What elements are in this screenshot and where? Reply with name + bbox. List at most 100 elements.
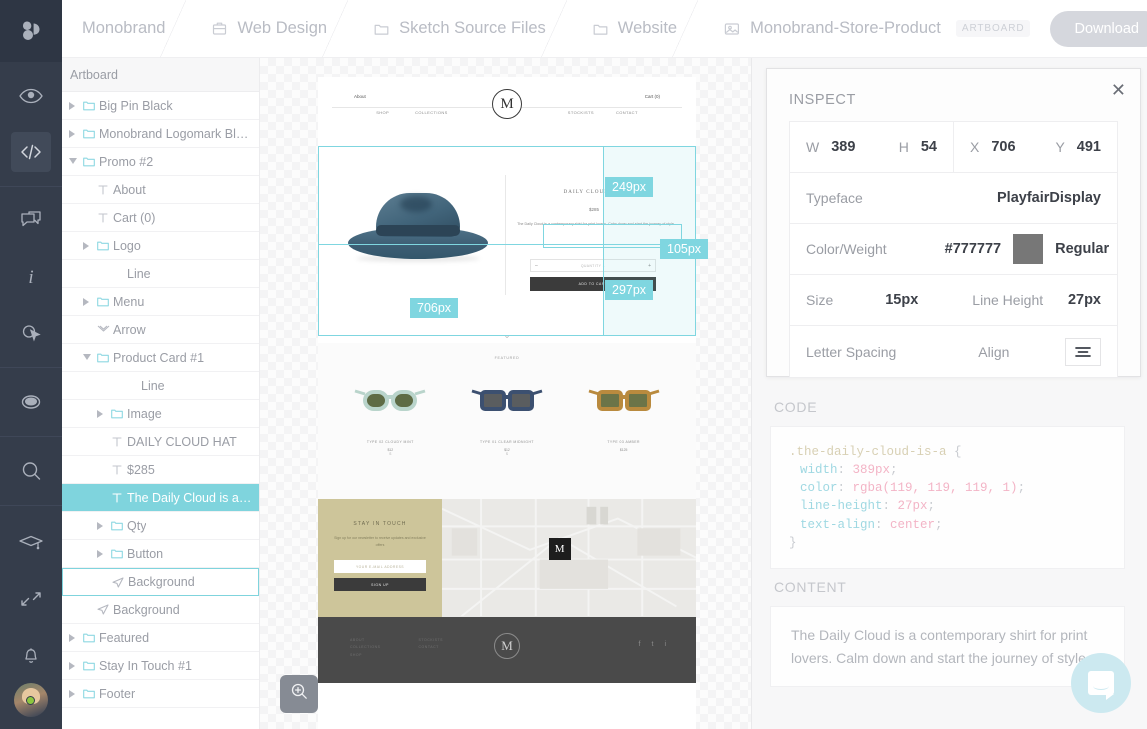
text-icon — [93, 184, 113, 195]
layer-row[interactable]: Big Pin Black — [62, 92, 259, 120]
breadcrumb-label: Monobrand-Store-Product — [750, 19, 941, 37]
layer-label: Footer — [99, 686, 136, 701]
layer-row[interactable]: Featured — [62, 624, 259, 652]
sidebar-item-info[interactable]: i — [0, 249, 62, 305]
folder-icon — [79, 660, 99, 671]
sidebar-item-code[interactable] — [0, 124, 62, 180]
code-close-brace: } — [789, 535, 797, 550]
breadcrumb-artboard[interactable]: Monobrand-Store-Product ARTBOARD — [697, 0, 1050, 58]
twisty-right-icon[interactable] — [94, 521, 107, 530]
sidebar-item-notifications[interactable] — [0, 627, 62, 683]
footer-link: ABOUT — [350, 638, 365, 642]
layer-row[interactable]: Promo #2 — [62, 148, 259, 176]
breadcrumb-sketch-source-files[interactable]: Sketch Source Files — [347, 0, 567, 58]
x-label: X — [970, 139, 980, 155]
breadcrumb-website[interactable]: Website — [566, 0, 699, 58]
eye-icon — [16, 81, 46, 111]
twisty-down-icon[interactable] — [66, 158, 79, 165]
footer-link: COLLECTIONS — [350, 645, 381, 650]
sidebar-item-assets[interactable] — [0, 374, 62, 430]
featured-item-image — [338, 378, 442, 424]
download-button[interactable]: Download — [1050, 10, 1147, 47]
layer-row[interactable]: Image — [62, 400, 259, 428]
filled-circle-icon — [16, 387, 46, 417]
layer-row[interactable]: Line — [62, 260, 259, 288]
canvas-area[interactable]: About Cart (0) M SHOP COLLECTIONS STOCKI… — [260, 58, 751, 729]
zoom-in-button[interactable] — [280, 675, 318, 713]
layer-row[interactable]: About — [62, 176, 259, 204]
letter-spacing-label: Letter Spacing — [806, 343, 897, 360]
layer-row[interactable]: DAILY CLOUD HAT — [62, 428, 259, 456]
layer-row[interactable]: Monobrand Logomark Black — [62, 120, 259, 148]
app-logo[interactable] — [0, 0, 62, 62]
layer-row[interactable]: Button — [62, 540, 259, 568]
sidebar-item-search[interactable] — [0, 443, 62, 499]
nav-item: STOCKISTS — [567, 110, 594, 115]
code-block[interactable]: .the-daily-cloud-is-a { width: 389px; col… — [770, 426, 1125, 569]
breadcrumb-web-design[interactable]: Web Design — [185, 0, 348, 58]
sidebar-item-comments[interactable] — [0, 193, 62, 249]
layer-row[interactable]: Line — [62, 372, 259, 400]
twisty-right-icon[interactable] — [94, 549, 107, 558]
css-value: rgba(119, 119, 119, 1) — [852, 481, 1018, 496]
layer-row[interactable]: Product Card #1 — [62, 344, 259, 372]
twisty-right-icon[interactable] — [66, 129, 79, 138]
color-swatch[interactable] — [1013, 234, 1044, 264]
close-icon[interactable]: ✕ — [1111, 81, 1126, 99]
rail-group-assets — [0, 368, 62, 437]
inspect-properties-table: W 389 H 54 X 706 Y 491 Typeface Playfair… — [789, 121, 1118, 378]
layer-label: Cart (0) — [113, 210, 156, 225]
layer-row[interactable]: Footer — [62, 680, 259, 708]
sidebar-item-fullscreen[interactable] — [0, 571, 62, 627]
twisty-right-icon[interactable] — [66, 689, 79, 698]
inspect-row-typeface: Typeface PlayfairDisplay — [790, 173, 1117, 224]
avatar[interactable] — [14, 683, 48, 717]
layer-row[interactable]: Cart (0) — [62, 204, 259, 232]
twisty-right-icon[interactable] — [94, 409, 107, 418]
font-weight-value: Regular — [1055, 241, 1110, 257]
footer-link-columns: ABOUT COLLECTIONS SHOP STOCKISTS CONTACT — [350, 637, 443, 659]
featured-item-name: TYPE 01 CLEAR MIDNIGHT — [479, 440, 534, 444]
folder-icon — [107, 408, 127, 419]
layer-row[interactable]: Arrow — [62, 316, 259, 344]
twisty-right-icon[interactable] — [66, 633, 79, 642]
twisty-right-icon[interactable] — [80, 297, 93, 306]
layer-row[interactable]: Stay In Touch #1 — [62, 652, 259, 680]
footer-column-1: ABOUT COLLECTIONS SHOP — [350, 637, 380, 659]
x-value: 706 — [991, 139, 1016, 155]
featured-item-image — [572, 378, 676, 424]
featured-item-size: S — [505, 452, 509, 456]
sidebar-item-hotspots[interactable] — [0, 305, 62, 361]
layer-label: Image — [127, 406, 162, 421]
twisty-right-icon[interactable] — [80, 241, 93, 250]
sidebar-item-learn[interactable] — [0, 515, 62, 571]
measure-tag-width: 706px — [410, 298, 459, 318]
chat-bubble-icon[interactable] — [1071, 653, 1131, 713]
code-section: CODE .the-daily-cloud-is-a { width: 389p… — [752, 385, 1147, 569]
image-icon — [723, 20, 741, 38]
layer-label: The Daily Cloud is a conte... — [127, 490, 253, 505]
sidebar-item-preview[interactable] — [0, 68, 62, 124]
breadcrumb-monobrand[interactable]: Monobrand — [62, 0, 187, 58]
measure-tag-right: 105px — [660, 239, 709, 259]
artboard-featured-section: FEATURED TYPE 02 CLOUDY MINT $12 S TYPE 01 … — [318, 343, 696, 499]
layer-row[interactable]: Logo — [62, 232, 259, 260]
color-weight-label: Color/Weight — [806, 241, 887, 257]
text-icon — [107, 464, 127, 475]
twisty-down-icon[interactable] — [80, 354, 93, 361]
text-icon — [93, 212, 113, 223]
layer-row[interactable]: Qty — [62, 512, 259, 540]
layer-row[interactable]: Background — [62, 596, 259, 624]
layer-row[interactable]: $285 — [62, 456, 259, 484]
layers-panel[interactable]: Artboard Big Pin Black Monobrand Logomark… — [62, 58, 260, 729]
twisty-right-icon[interactable] — [66, 101, 79, 110]
layer-row[interactable]: Menu — [62, 288, 259, 316]
layer-row[interactable]: Background — [62, 568, 259, 596]
align-center-icon[interactable] — [1065, 337, 1101, 366]
inspect-panel: ✕ INSPECT W 389 H 54 X 706 Y 491 Typefac… — [766, 68, 1141, 378]
twisty-right-icon[interactable] — [66, 661, 79, 670]
layer-row[interactable]: The Daily Cloud is a conte... — [62, 484, 259, 512]
line-height-label: Line Height — [972, 292, 1044, 308]
cursor-click-icon — [16, 318, 46, 348]
text-icon — [107, 436, 127, 447]
